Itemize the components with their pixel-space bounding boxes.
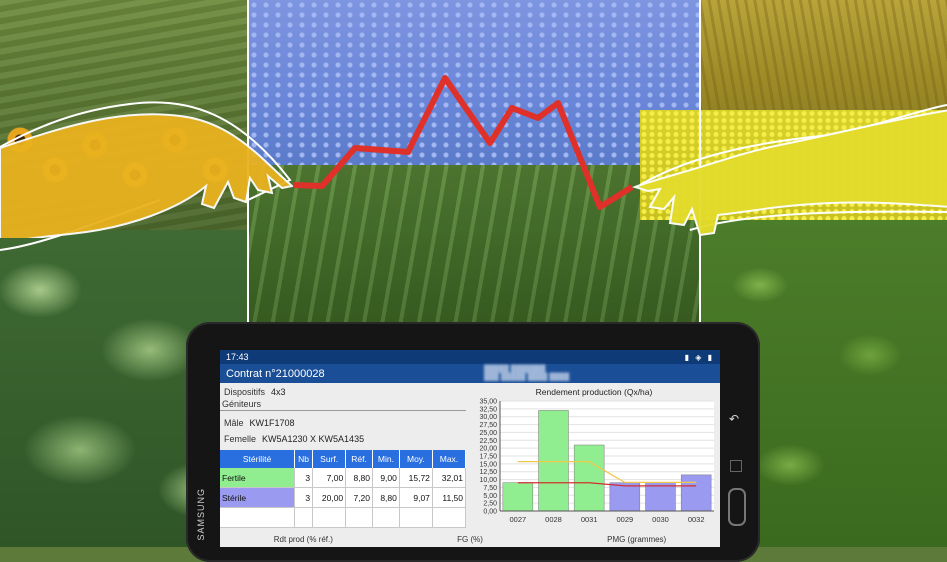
header-ref[interactable]: Réf.: [345, 450, 374, 468]
bar: [538, 410, 569, 512]
status-icons: ▮ ◈ ▮: [684, 352, 714, 362]
y-tick-label: 22,50: [479, 438, 497, 445]
cell-min: 8,80: [372, 487, 400, 508]
cell-moy: 15,72: [399, 468, 433, 488]
cell-nb: 3: [294, 468, 314, 488]
femelle-value: KW5A1230 X KW5A1435: [262, 434, 365, 444]
header-nb[interactable]: Nb: [294, 450, 314, 468]
tablet-brand-label: SAMSUNG: [196, 488, 206, 541]
dispositifs-row: Dispositifs 4x3: [220, 385, 466, 398]
x-tick-label: 0030: [652, 515, 669, 524]
chart-title: Rendement production (Qx/ha): [535, 387, 653, 397]
y-tick-label: 30,00: [479, 414, 497, 421]
table-row-empty: [220, 507, 467, 528]
femelle-row: Femelle KW5A1230 X KW5A1435: [220, 431, 466, 447]
male-row: Mâle KW1F1708: [220, 415, 466, 431]
y-tick-label: 2,50: [483, 501, 497, 508]
header-sterilite[interactable]: Stérilité: [220, 450, 295, 468]
cell-ref: 8,80: [345, 468, 374, 488]
x-tick-label: 0027: [509, 515, 526, 524]
bar: [680, 474, 712, 512]
male-label: Mâle: [224, 418, 244, 428]
cell-max: 32,01: [432, 468, 467, 488]
bar: [573, 444, 605, 512]
x-tick-label: 0031: [581, 515, 598, 524]
y-tick-label: 27,50: [479, 422, 497, 429]
x-tick-label: 0032: [688, 515, 705, 524]
content-area: Dispositifs 4x3 Géniteurs Mâle KW1F1708 …: [220, 383, 720, 547]
home-button[interactable]: [728, 488, 746, 526]
dispositifs-label: Dispositifs: [224, 386, 266, 397]
y-tick-label: 15,00: [479, 461, 497, 468]
cell-max: 11,50: [432, 487, 467, 508]
cell-surf: 7,00: [312, 468, 347, 488]
y-tick-label: 5,00: [483, 493, 497, 500]
bar: [609, 482, 641, 512]
footer-columns: Rdt prod (% réf.) FG (%) PMG (grammes): [220, 531, 720, 547]
form-panel: Dispositifs 4x3 Géniteurs Mâle KW1F1708 …: [220, 383, 467, 547]
header-moy[interactable]: Moy.: [399, 450, 433, 468]
recent-apps-icon[interactable]: [730, 460, 742, 472]
status-bar: 17:43 ▮ ◈ ▮: [220, 350, 720, 364]
redacted-header-info: █████ ███████ ███ █████ ████ ████: [484, 365, 570, 381]
header-max[interactable]: Max.: [432, 450, 467, 468]
dispositifs-value: 4x3: [271, 386, 286, 397]
header-surf[interactable]: Surf.: [312, 450, 347, 468]
cell-min: 9,00: [372, 468, 400, 488]
table-row[interactable]: Fertile 3 7,00 8,80 9,00 15,72 32,01: [220, 468, 467, 488]
x-tick-label: 0028: [545, 515, 562, 524]
y-tick-label: 25,00: [479, 430, 497, 437]
chart-canvas: 0,002,505,007,5010,0012,5015,0017,5020,0…: [479, 399, 714, 524]
yield-chart: Rendement production (Qx/ha) 0,00 2,50 5,0…: [468, 383, 720, 531]
cell-moy: 9,07: [399, 487, 433, 508]
y-tick-label: 32,50: [479, 406, 497, 413]
x-tick-label: 0029: [616, 515, 633, 524]
y-tick-label: 20,00: [479, 446, 497, 453]
y-tick-label: 17,50: [479, 454, 497, 461]
tablet-screen: 17:43 ▮ ◈ ▮ Contrat n°21000028 █████ ███…: [220, 350, 720, 547]
footer-fg: FG (%): [457, 534, 483, 544]
y-tick-label: 12,50: [479, 469, 497, 476]
femelle-label: Femelle: [224, 434, 257, 444]
table-row[interactable]: Stérile 3 20,00 7,20 8,80 9,07 11,50: [220, 487, 467, 508]
bar: [502, 482, 534, 512]
back-arrow-icon[interactable]: ↶: [729, 412, 739, 426]
status-time: 17:43: [226, 352, 249, 362]
footer-rdt-prod: Rdt prod (% réf.): [273, 534, 333, 544]
header-min[interactable]: Min.: [372, 450, 400, 468]
sterility-table: Stérilité Nb Surf. Réf. Min. Moy. Max. F…: [220, 450, 467, 528]
cell-nb: 3: [294, 487, 314, 508]
y-tick-label: 0,00: [483, 509, 497, 516]
geniteurs-label: Géniteurs: [222, 399, 262, 409]
y-tick-label: 35,00: [479, 399, 497, 406]
bar: [645, 482, 676, 512]
y-tick-label: 7,50: [483, 485, 497, 492]
cell-surf: 20,00: [312, 487, 347, 508]
app-bar: Contrat n°21000028 █████ ███████ ███ ████…: [220, 364, 720, 383]
male-value: KW1F1708: [249, 418, 295, 428]
row-name: Fertile: [220, 468, 295, 488]
geniteurs-section: Géniteurs: [220, 398, 466, 411]
footer-pmg: PMG (grammes): [607, 534, 667, 544]
contract-title: Contrat n°21000028: [226, 367, 325, 380]
cell-ref: 7,20: [345, 487, 374, 508]
y-tick-label: 10,00: [479, 477, 497, 484]
row-name: Stérile: [220, 487, 295, 508]
